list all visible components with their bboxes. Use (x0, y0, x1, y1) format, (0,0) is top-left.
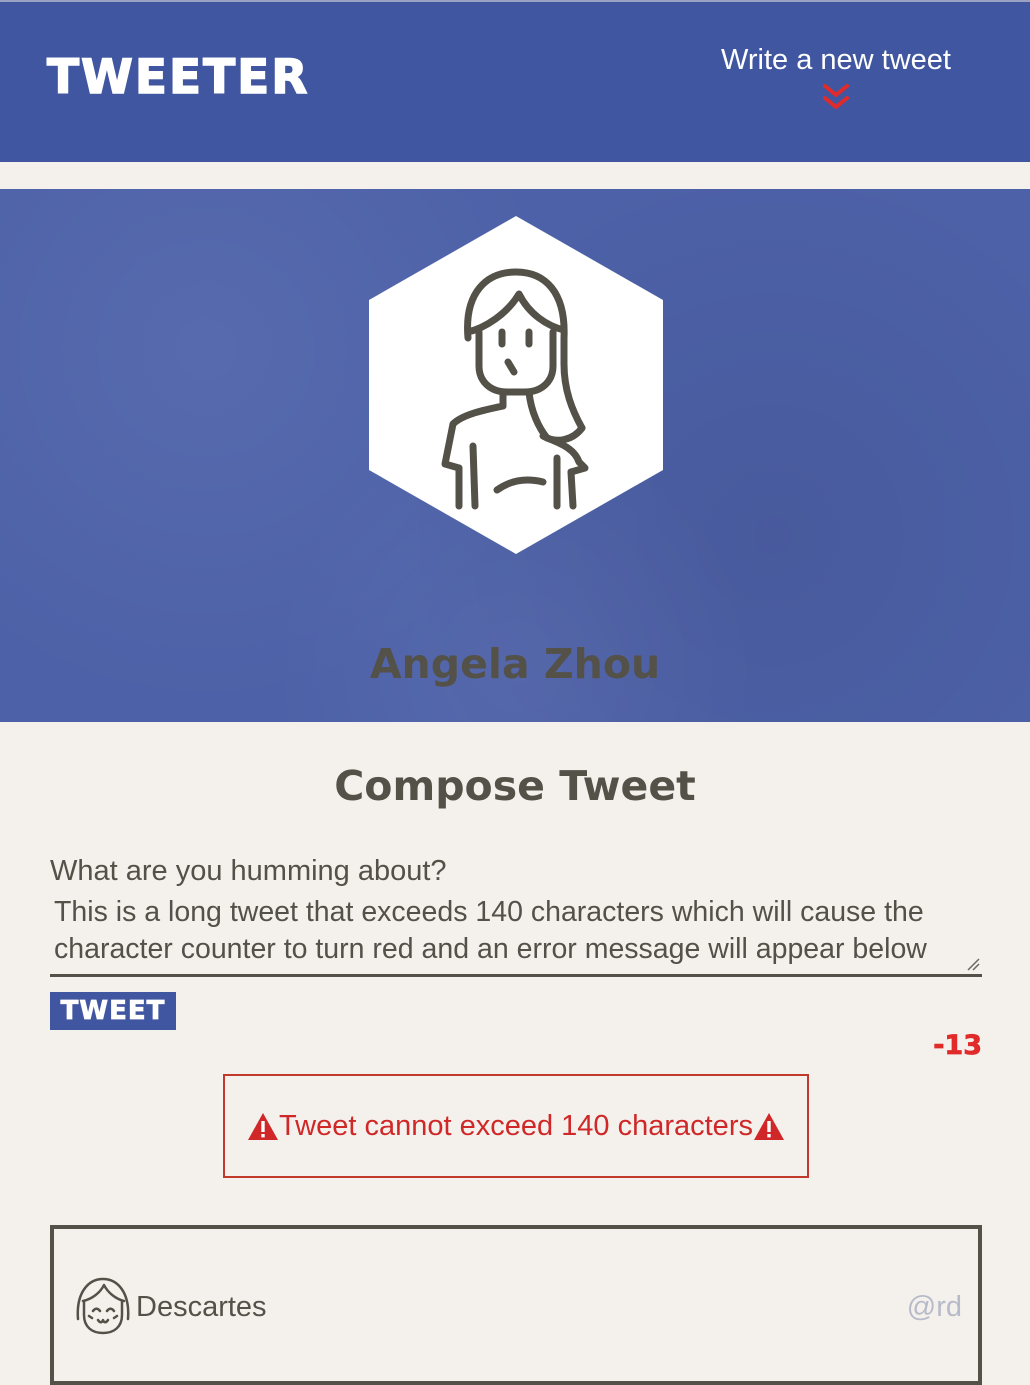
girl-avatar-icon (369, 216, 663, 554)
resize-handle-icon[interactable] (966, 957, 980, 971)
top-nav: TWEETER Write a new tweet (0, 0, 1030, 162)
profile-header: Angela Zhou (0, 189, 1030, 722)
tweet-author-handle: @rd (906, 1291, 962, 1323)
tweet-author-name: Descartes (136, 1291, 267, 1323)
error-message-box: Tweet cannot exceed 140 characters (223, 1074, 809, 1178)
write-new-tweet-toggle[interactable]: Write a new tweet (690, 46, 982, 111)
tweet-card: Descartes @rd (50, 1225, 982, 1385)
tweet-submit-button[interactable]: TWEET (50, 992, 176, 1030)
warning-triangle-icon (753, 1112, 784, 1140)
compose-title: Compose Tweet (334, 762, 696, 810)
tweet-input-label: What are you humming about? (50, 855, 447, 887)
write-new-tweet-label[interactable]: Write a new tweet (690, 46, 982, 75)
smiling-avatar-icon (76, 1277, 130, 1335)
double-chevron-down-icon[interactable] (821, 83, 851, 111)
tweet-textarea-value: This is a long tweet that exceeds 140 ch… (54, 895, 927, 965)
warning-triangle-icon (248, 1112, 279, 1140)
error-message-text: Tweet cannot exceed 140 characters (279, 1109, 753, 1142)
tweet-textarea[interactable]: This is a long tweet that exceeds 140 ch… (50, 894, 982, 977)
character-counter: -13 (933, 1030, 983, 1061)
compose-tweet-form: What are you humming about? This is a lo… (50, 855, 982, 1059)
brand-logo[interactable]: TWEETER (46, 53, 309, 102)
profile-name: Angela Zhou (369, 640, 661, 688)
